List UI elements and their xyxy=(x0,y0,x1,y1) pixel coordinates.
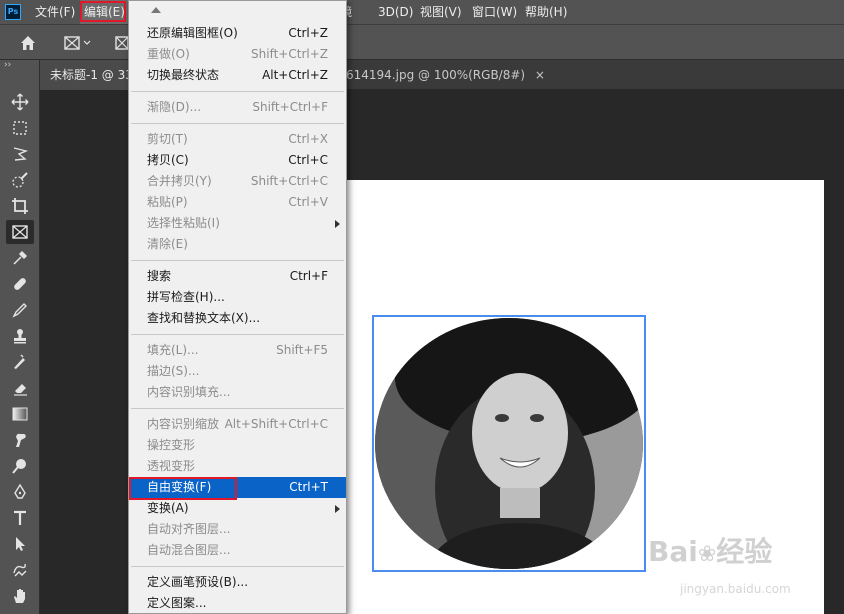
dodge-tool-icon[interactable] xyxy=(6,454,34,478)
lasso-tool-icon[interactable] xyxy=(6,142,34,166)
menu-item-perspective-warp[interactable]: 透视变形 xyxy=(129,456,346,477)
menu-item-auto-blend-layers[interactable]: 自动混合图层... xyxy=(129,540,346,561)
menu-separator xyxy=(131,566,344,567)
brush-tool-icon[interactable] xyxy=(6,298,34,322)
menu-item-stroke[interactable]: 描边(S)... xyxy=(129,361,346,382)
scroll-up-icon[interactable] xyxy=(151,7,161,13)
menu-item-puppet-warp[interactable]: 操控变形 xyxy=(129,435,346,456)
quick-selection-tool-icon[interactable] xyxy=(6,168,34,192)
menu-window[interactable]: 窗口(W) xyxy=(468,0,521,24)
clone-stamp-tool-icon[interactable] xyxy=(6,324,34,348)
menu-separator xyxy=(131,334,344,335)
menu-item-define-pattern[interactable]: 定义图案... xyxy=(129,593,346,614)
tools-panel: ›› xyxy=(0,60,40,614)
tab-photo-jpg[interactable]: 614194.jpg @ 100%(RGB/8#) × xyxy=(336,60,555,90)
menu-separator xyxy=(131,91,344,92)
menu-view[interactable]: 视图(V) xyxy=(416,0,466,24)
menu-item-undo[interactable]: 还原编辑图框(O) Ctrl+Z xyxy=(129,23,346,44)
menu-item-toggle-last-state[interactable]: 切换最终状态 Alt+Ctrl+Z xyxy=(129,65,346,86)
tab-untitled-1[interactable]: 未标题-1 @ 33 xyxy=(40,60,133,90)
history-brush-tool-icon[interactable] xyxy=(6,350,34,374)
menu-item-copy[interactable]: 拷贝(C) Ctrl+C xyxy=(129,150,346,171)
menu-item-define-brush-preset[interactable]: 定义画笔预设(B)... xyxy=(129,572,346,593)
menu-item-spell-check[interactable]: 拼写检查(H)... xyxy=(129,287,346,308)
paw-icon: ❀ xyxy=(697,542,717,567)
tab-label: 614194.jpg @ 100%(RGB/8#) xyxy=(346,68,526,82)
menu-separator xyxy=(131,260,344,261)
menu-file[interactable]: 文件(F) xyxy=(31,0,79,24)
watermark-brand: Bai xyxy=(648,535,698,568)
menu-separator xyxy=(131,408,344,409)
pen-tool-icon[interactable] xyxy=(6,480,34,504)
submenu-arrow-icon xyxy=(335,505,340,513)
menu-item-copy-merged[interactable]: 合并拷贝(Y) Shift+Ctrl+C xyxy=(129,171,346,192)
tab-close-icon[interactable]: × xyxy=(535,68,545,82)
eraser-tool-icon[interactable] xyxy=(6,376,34,400)
submenu-arrow-icon xyxy=(335,220,340,228)
menu-3d[interactable]: 3D(D) xyxy=(374,0,417,24)
crop-tool-icon[interactable] xyxy=(6,194,34,218)
panel-collapse-icon[interactable]: ›› xyxy=(4,60,11,70)
path-selection-tool-icon[interactable] xyxy=(6,532,34,556)
menu-item-content-aware-scale[interactable]: 内容识别缩放 Alt+Shift+Ctrl+C xyxy=(129,414,346,435)
frame-bounding-box[interactable] xyxy=(372,315,646,572)
menu-item-content-aware-fill[interactable]: 内容识别填充... xyxy=(129,382,346,403)
move-tool-icon[interactable] xyxy=(6,90,34,114)
menu-item-paste-special[interactable]: 选择性粘贴(I) xyxy=(129,213,346,234)
custom-shape-tool-icon[interactable] xyxy=(6,558,34,582)
menu-item-search[interactable]: 搜索 Ctrl+F xyxy=(129,266,346,287)
menu-help[interactable]: 帮助(H) xyxy=(521,0,571,24)
baidu-watermark: Bai❀经验 xyxy=(648,530,772,570)
smudge-tool-icon[interactable] xyxy=(6,428,34,452)
menu-bar: Ps 文件(F) 编辑(E) 镜 3D(D) 视图(V) 窗口(W) 帮助(H) xyxy=(0,0,844,24)
watermark-url: jingyan.baidu.com xyxy=(680,582,791,596)
menu-item-clear[interactable]: 清除(E) xyxy=(129,234,346,255)
frame-tool-icon[interactable] xyxy=(6,220,34,244)
menu-item-fade[interactable]: 渐隐(D)... Shift+Ctrl+F xyxy=(129,97,346,118)
marquee-tool-icon[interactable] xyxy=(6,116,34,140)
home-icon[interactable] xyxy=(14,31,42,55)
highlight-box-edit xyxy=(80,1,126,22)
highlight-box-free-transform xyxy=(129,477,237,500)
menu-separator xyxy=(131,123,344,124)
watermark-brand-2: 经验 xyxy=(716,535,773,568)
menu-item-fill[interactable]: 填充(L)... Shift+F5 xyxy=(129,340,346,361)
menu-item-auto-align-layers[interactable]: 自动对齐图层... xyxy=(129,519,346,540)
menu-item-redo[interactable]: 重做(O) Shift+Ctrl+Z xyxy=(129,44,346,65)
menu-item-cut[interactable]: 剪切(T) Ctrl+X xyxy=(129,129,346,150)
menu-item-paste[interactable]: 粘贴(P) Ctrl+V xyxy=(129,192,346,213)
frame-shape-icon[interactable] xyxy=(58,31,98,55)
type-tool-icon[interactable] xyxy=(6,506,34,530)
gradient-tool-icon[interactable] xyxy=(6,402,34,426)
eyedropper-tool-icon[interactable] xyxy=(6,246,34,270)
hand-tool-icon[interactable] xyxy=(6,584,34,608)
menu-item-transform[interactable]: 变换(A) xyxy=(129,498,346,519)
tab-label: 未标题-1 @ 33 xyxy=(50,68,133,82)
photoshop-logo-icon: Ps xyxy=(5,4,21,20)
options-bar xyxy=(0,24,844,60)
menu-item-find-replace-text[interactable]: 查找和替换文本(X)... xyxy=(129,308,346,329)
healing-brush-tool-icon[interactable] xyxy=(6,272,34,296)
edit-menu-dropdown: 还原编辑图框(O) Ctrl+Z 重做(O) Shift+Ctrl+Z 切换最终状态… xyxy=(128,0,347,614)
